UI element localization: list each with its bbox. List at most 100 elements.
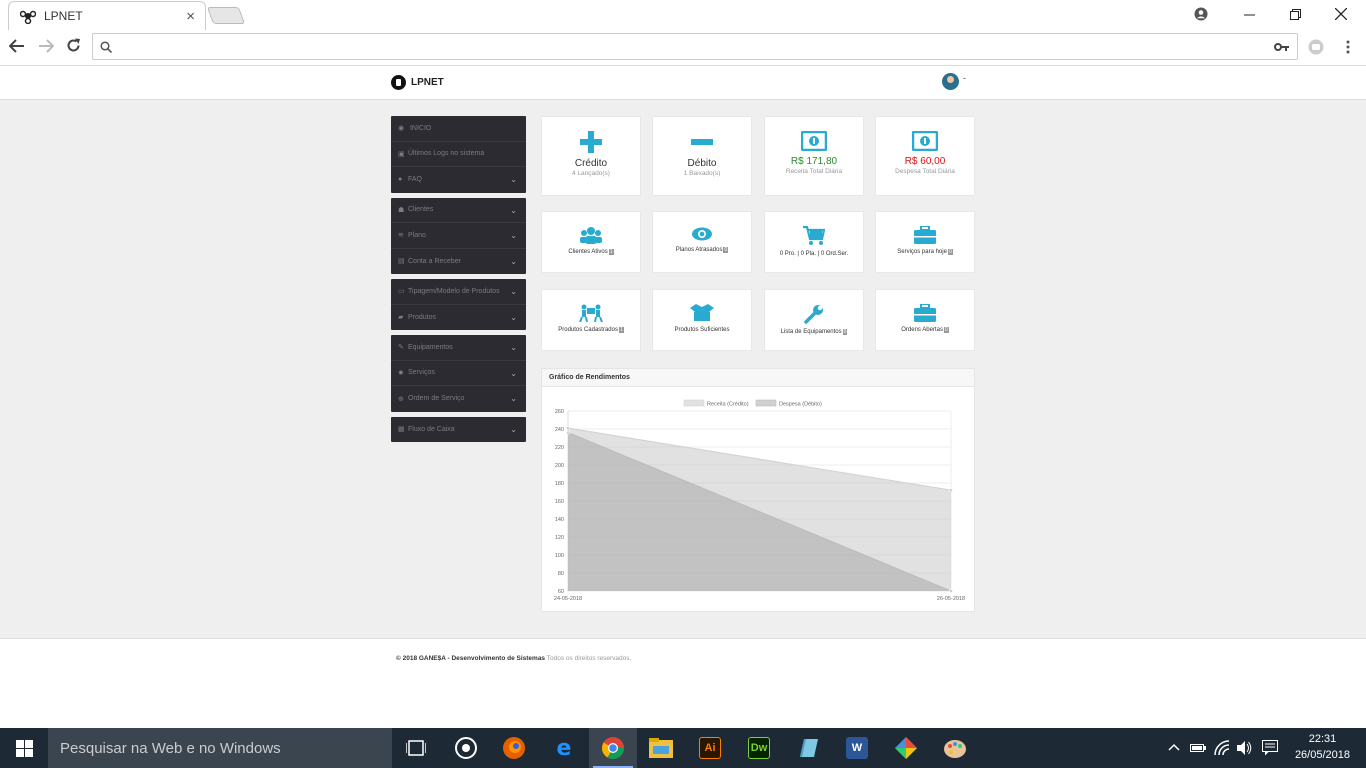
restore-icon[interactable] xyxy=(1272,0,1318,28)
profile-icon[interactable] xyxy=(1178,0,1224,28)
battery-icon[interactable] xyxy=(1190,741,1206,753)
notifications-icon[interactable] xyxy=(1262,740,1278,756)
dreamweaver-icon[interactable]: Dw xyxy=(735,728,783,768)
y-tick-label: 240 xyxy=(555,427,564,433)
card-lista-equipamentos[interactable]: Lista de Equipamentos 0 xyxy=(764,289,864,351)
card-ordens-abertas[interactable]: Ordens Abertas 0 xyxy=(875,289,975,351)
count-badge: 0 xyxy=(943,327,949,333)
sidebar-item-clientes[interactable]: ☗ Clientes ⌄ xyxy=(391,198,526,223)
data-point xyxy=(949,488,953,493)
sidebar-item-plano[interactable]: ≋ Plano ⌄ xyxy=(391,223,526,249)
card-debito[interactable]: Débito 1 Baixado(s) xyxy=(652,116,752,196)
chevron-up-icon[interactable] xyxy=(1168,743,1180,751)
card-label: Planos Atrasados xyxy=(675,247,723,253)
y-tick-label: 180 xyxy=(555,481,564,487)
copyright: © 2018 GANE$A - Desenvolvimento de Siste… xyxy=(396,655,546,662)
clock[interactable]: 22:31 26/05/2018 xyxy=(1295,731,1350,763)
card-credito[interactable]: Crédito 4 Lançado(s) xyxy=(541,116,641,196)
back-arrow-icon[interactable] xyxy=(8,38,25,58)
data-point xyxy=(949,589,953,593)
reload-icon[interactable] xyxy=(66,38,81,58)
web-page: LPNET - ◉ INICIO ▣ Últimos Logs no sistem… xyxy=(0,66,1366,728)
avatar[interactable] xyxy=(942,73,959,90)
sidebar-item-ordem-servico[interactable]: ⊕ Ordem de Serviço ⌄ xyxy=(391,386,526,412)
illustrator-icon[interactable]: Ai xyxy=(686,728,734,768)
sidebar-item-conta-receber[interactable]: ▤ Conta a Receber ⌄ xyxy=(391,249,526,275)
notepad-app-icon[interactable] xyxy=(784,728,832,768)
sidebar-item-label: FAQ xyxy=(408,176,423,184)
card-servicos-hoje[interactable]: Serviços para hoje 0 xyxy=(875,211,975,273)
sidebar-item-inicio[interactable]: ◉ INICIO xyxy=(391,116,526,142)
new-tab-button[interactable] xyxy=(206,7,246,24)
count-badge: 0 xyxy=(723,247,729,253)
git-app-icon[interactable] xyxy=(882,728,930,768)
taskbar-search[interactable]: Pesquisar na Web e no Windows xyxy=(48,728,392,768)
sidebar-item-servicos[interactable]: ✹ Serviços ⌄ xyxy=(391,361,526,386)
sidebar-item-produtos[interactable]: ▰ Produtos ⌄ xyxy=(391,305,526,331)
sidebar-group: ▦ Fluxo de Caixa ⌄ xyxy=(391,416,526,443)
chevron-down-icon: ⌄ xyxy=(510,231,517,240)
card-receita[interactable]: R$ 171,80 Receita Total Diária xyxy=(764,116,864,196)
globe-icon: ⊕ xyxy=(398,395,404,403)
sidebar-item-label: Clientes xyxy=(408,206,434,214)
card-clientes-ativos[interactable]: Clientes Ativos 1 xyxy=(541,211,641,273)
dashboard-icon: ◉ xyxy=(398,125,405,133)
edge-icon[interactable]: e xyxy=(540,728,588,768)
extension-icon[interactable] xyxy=(1308,39,1324,60)
card-produtos-suficientes[interactable]: Produtos Suficientes xyxy=(652,289,752,351)
sidebar-item-logs[interactable]: ▣ Últimos Logs no sistema xyxy=(391,142,526,167)
y-tick-label: 120 xyxy=(555,535,564,541)
sidebar-item-label: Últimos Logs no sistema xyxy=(408,150,485,158)
count-badge: 0 xyxy=(947,249,953,255)
firefox-icon[interactable] xyxy=(490,728,538,768)
key-icon[interactable] xyxy=(1274,42,1290,52)
sidebar-item-faq[interactable]: ● FAQ ⌄ xyxy=(391,167,526,193)
browser-tab[interactable]: LPNET × xyxy=(8,1,206,30)
tab-close-icon[interactable]: × xyxy=(186,8,195,25)
forward-arrow-icon[interactable] xyxy=(38,38,55,58)
windows-start-icon[interactable] xyxy=(0,728,48,768)
chart-panel: Gráfico de Rendimentos 60 80 100 120 140 160 1… xyxy=(541,368,975,612)
y-tick-label: 260 xyxy=(555,409,564,415)
close-window-icon[interactable] xyxy=(1318,0,1364,28)
card-label: 0 Pro. | 0 Pla. | 0 Ord.Ser. xyxy=(779,251,849,257)
x-tick-label: 24-05-2018 xyxy=(554,596,582,602)
brand[interactable]: LPNET xyxy=(391,75,444,90)
word-icon[interactable]: W xyxy=(833,728,881,768)
card-despesa[interactable]: R$ 60,00 Despesa Total Diária xyxy=(875,116,975,196)
address-bar[interactable] xyxy=(92,33,1298,60)
count-badge: 1 xyxy=(608,249,614,255)
chevron-down-icon: ⌄ xyxy=(510,205,517,215)
card-subtitle: Despesa Total Diária xyxy=(895,168,955,175)
briefcase-icon xyxy=(914,226,936,244)
legend-swatch xyxy=(683,399,705,407)
media-app-icon[interactable] xyxy=(442,728,490,768)
paint-icon[interactable] xyxy=(931,728,979,768)
calendar-icon: ▤ xyxy=(398,258,405,266)
sidebar-item-tipagem[interactable]: ▭ Tipagem/Modelo de Produtos ⌄ xyxy=(391,279,526,305)
task-view-icon[interactable] xyxy=(392,728,440,768)
sidebar-item-fluxo-caixa[interactable]: ▦ Fluxo de Caixa ⌄ xyxy=(391,417,526,443)
count-badge: 0 xyxy=(842,329,848,335)
card-pendencias[interactable]: 0 Pro. | 0 Pla. | 0 Ord.Ser. xyxy=(764,211,864,273)
plus-icon xyxy=(580,131,602,153)
y-tick-label: 220 xyxy=(555,445,564,451)
sidebar-group: ▭ Tipagem/Modelo de Produtos ⌄ ▰ Produtos ⌄ xyxy=(391,279,526,330)
users-icon xyxy=(580,227,602,244)
sidebar-item-equipamentos[interactable]: ✎ Equipamentos ⌄ xyxy=(391,335,526,361)
chrome-icon[interactable] xyxy=(589,728,637,768)
card-label: Produtos Suficientes xyxy=(674,327,730,333)
card-planos-atrasados[interactable]: Planos Atrasados 0 xyxy=(652,211,752,273)
card-produtos-cadastrados[interactable]: Produtos Cadastrados 1 xyxy=(541,289,641,351)
data-point xyxy=(566,430,570,435)
file-explorer-icon[interactable] xyxy=(637,728,685,768)
url-input[interactable] xyxy=(119,37,1259,57)
minimize-icon[interactable] xyxy=(1226,0,1272,28)
calculator-icon: ▦ xyxy=(398,426,405,434)
volume-icon[interactable] xyxy=(1236,740,1252,756)
card-title: R$ 60,00 xyxy=(904,156,946,167)
wifi-icon[interactable] xyxy=(1214,740,1230,756)
sidebar-item-label: INICIO xyxy=(409,124,432,132)
menu-icon[interactable] xyxy=(1346,39,1350,59)
user-menu-toggle[interactable]: - xyxy=(963,73,966,83)
